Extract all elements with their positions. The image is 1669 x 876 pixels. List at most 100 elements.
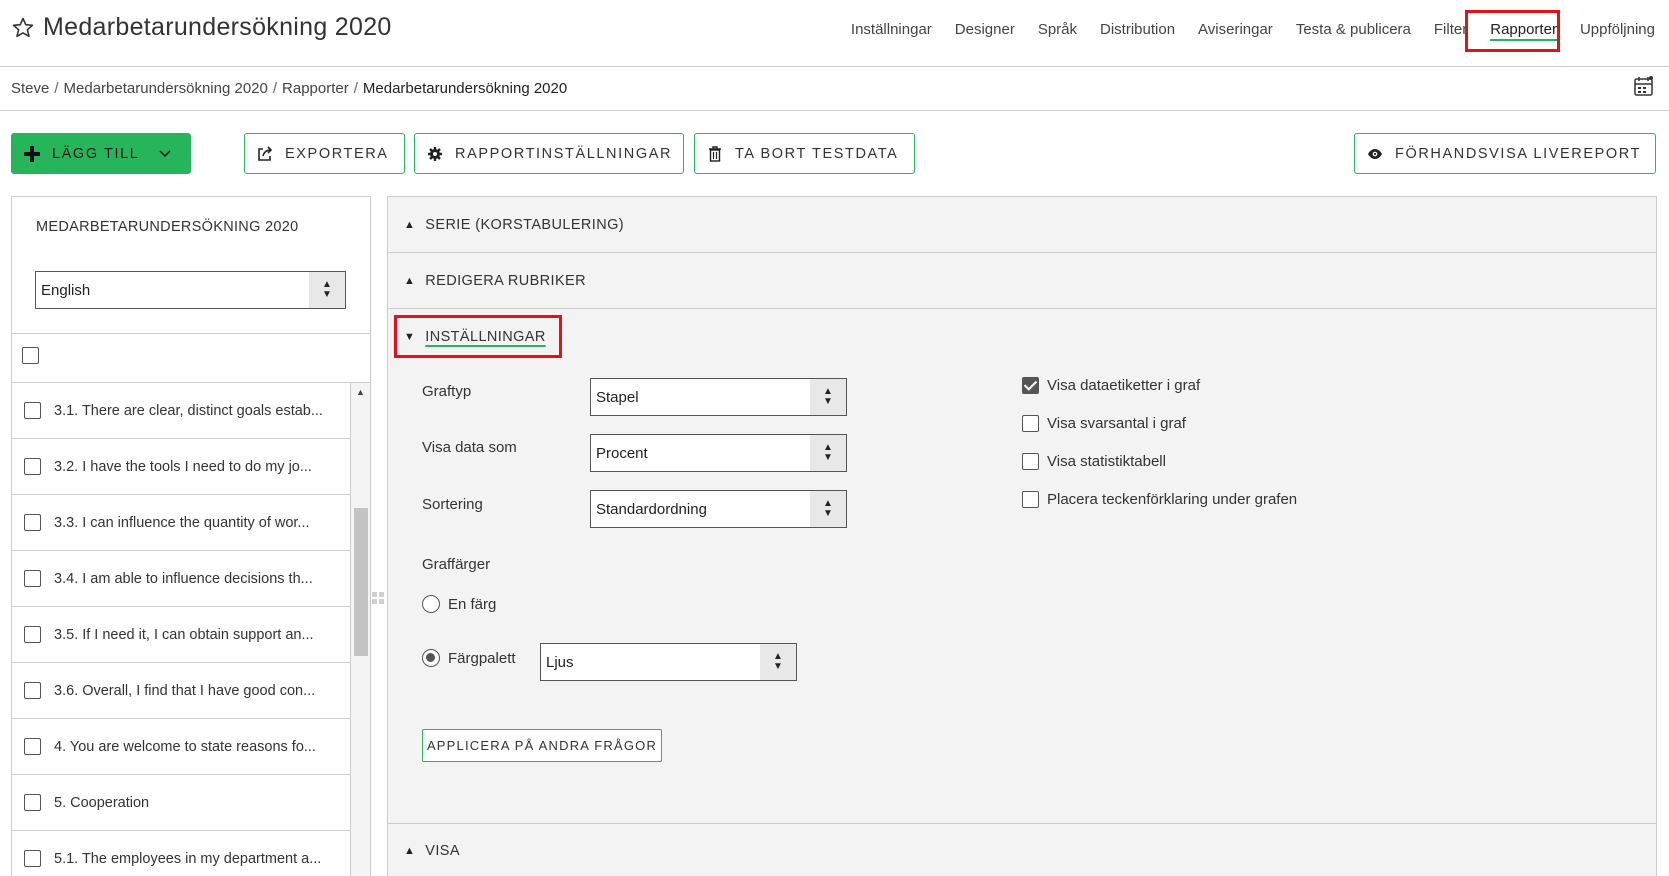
question-checkbox[interactable] — [24, 626, 41, 643]
breadcrumb-item[interactable]: Medarbetarundersökning 2020 — [64, 80, 268, 97]
one-color-option[interactable]: En färg — [422, 595, 496, 613]
panel-resize-handle-icon[interactable] — [371, 590, 385, 606]
question-checkbox[interactable] — [24, 794, 41, 811]
show-response-count-label: Visa svarsantal i graf — [1047, 415, 1186, 432]
panel-title: MEDARBETARUNDERSÖKNING 2020 — [36, 219, 299, 235]
graph-type-label: Graftyp — [422, 383, 472, 400]
delete-test-data-label: TA BORT TESTDATA — [735, 145, 899, 162]
sort-label: Sortering — [422, 496, 483, 513]
select-arrows-icon: ▲ ▼ — [810, 491, 846, 527]
nav-aviseringar[interactable]: Aviseringar — [1198, 21, 1273, 38]
list-item[interactable]: 3.2. I have the tools I need to do my jo… — [12, 439, 350, 495]
list-item[interactable]: 3.5. If I need it, I can obtain support … — [12, 607, 350, 663]
breadcrumb-item[interactable]: Rapporter — [282, 80, 349, 97]
export-button[interactable]: EXPORTERA — [244, 133, 405, 174]
nav-testa-publicera[interactable]: Testa & publicera — [1296, 21, 1411, 38]
question-label: 3.6. Overall, I find that I have good co… — [54, 682, 316, 699]
question-label: 5.1. The employees in my department a... — [54, 850, 322, 867]
color-palette-select[interactable]: Ljus ▲ ▼ — [540, 643, 797, 681]
show-data-labels-option[interactable]: Visa dataetiketter i graf — [1022, 377, 1200, 394]
report-settings-button[interactable]: RAPPORTINSTÄLLNINGAR — [414, 133, 684, 174]
scrollbar-thumb[interactable] — [354, 508, 368, 656]
list-item[interactable]: 4. You are welcome to state reasons fo..… — [12, 719, 350, 775]
section-edit-headings[interactable]: ▲ REDIGERA RUBRIKER — [388, 253, 1656, 309]
show-data-labels-checkbox[interactable] — [1022, 377, 1039, 394]
select-arrows-icon: ▲ ▼ — [309, 272, 345, 308]
list-item[interactable]: 5.1. The employees in my department a... — [12, 831, 350, 876]
legend-below-graph-option[interactable]: Placera teckenförklaring under grafen — [1022, 491, 1297, 508]
graph-type-select[interactable]: Stapel ▲ ▼ — [590, 378, 847, 416]
question-checkbox[interactable] — [24, 682, 41, 699]
question-settings-panel: ▲ SERIE (KORSTABULERING) ▲ REDIGERA RUBR… — [387, 196, 1657, 876]
legend-below-graph-checkbox[interactable] — [1022, 491, 1039, 508]
color-palette-label: Färgpalett — [448, 649, 516, 667]
star-icon[interactable] — [11, 16, 35, 40]
breadcrumb-bar: Steve / Medarbetarundersökning 2020/Rappor… — [0, 67, 1669, 111]
top-bar: Medarbetarundersökning 2020 Inställninga… — [0, 0, 1669, 67]
highlight-box-nav — [1465, 10, 1560, 52]
plus-icon — [24, 145, 40, 162]
nav-filter[interactable]: Filter — [1434, 21, 1467, 38]
select-arrows-icon: ▲ ▼ — [810, 435, 846, 471]
question-list-panel: MEDARBETARUNDERSÖKNING 2020 English ▲ ▼ 3… — [11, 196, 371, 876]
triangle-up-icon: ▲ — [404, 218, 416, 231]
color-palette-option[interactable]: Färgpalett — [422, 649, 516, 667]
section-view-label: VISA — [425, 843, 460, 859]
language-select-value: English — [41, 282, 91, 299]
show-data-select[interactable]: Procent ▲ ▼ — [590, 434, 847, 472]
list-item[interactable]: 3.1. There are clear, distinct goals est… — [12, 383, 350, 439]
section-settings[interactable]: ▼ INSTÄLLNINGAR — [388, 309, 1656, 365]
question-checkbox[interactable] — [24, 570, 41, 587]
select-arrows-icon: ▲ ▼ — [760, 644, 796, 680]
divider — [12, 333, 370, 334]
question-checkbox[interactable] — [24, 514, 41, 531]
nav-distribution[interactable]: Distribution — [1100, 21, 1175, 38]
question-label: 3.4. I am able to influence decisions th… — [54, 570, 313, 587]
add-button[interactable]: LÄGG TILL — [11, 133, 191, 174]
nav-uppfoljning[interactable]: Uppföljning — [1580, 21, 1655, 38]
settings-body: Graftyp Stapel ▲ ▼ Visa data som Procent … — [388, 363, 1656, 817]
list-item[interactable]: 3.6. Overall, I find that I have good co… — [12, 663, 350, 719]
delete-test-data-button[interactable]: TA BORT TESTDATA — [694, 133, 915, 174]
triangle-up-icon: ▲ — [404, 845, 416, 857]
question-checkbox[interactable] — [24, 402, 41, 419]
preview-livereport-button[interactable]: FÖRHANDSVISA LIVEREPORT — [1354, 133, 1656, 174]
section-edit-headings-label: REDIGERA RUBRIKER — [425, 272, 586, 289]
question-checkbox[interactable] — [24, 458, 41, 475]
list-item[interactable]: 5. Cooperation — [12, 775, 350, 831]
select-all-checkbox[interactable] — [22, 347, 39, 364]
one-color-label: En färg — [448, 595, 497, 613]
show-statistics-table-option[interactable]: Visa statistiktabell — [1022, 453, 1166, 470]
language-select[interactable]: English ▲ ▼ — [35, 271, 346, 309]
show-response-count-checkbox[interactable] — [1022, 415, 1039, 432]
section-view[interactable]: ▲ VISA — [388, 823, 1656, 876]
list-scrollbar[interactable]: ▲ — [350, 383, 370, 876]
gear-icon — [427, 146, 443, 162]
show-response-count-option[interactable]: Visa svarsantal i graf — [1022, 415, 1186, 432]
breadcrumb-item[interactable]: Steve — [11, 80, 49, 97]
question-checkbox[interactable] — [24, 738, 41, 755]
select-arrows-icon: ▲ ▼ — [810, 379, 846, 415]
section-series[interactable]: ▲ SERIE (KORSTABULERING) — [388, 197, 1656, 253]
nav-installningar[interactable]: Inställningar — [851, 21, 932, 38]
question-label: 3.2. I have the tools I need to do my jo… — [54, 458, 312, 475]
section-series-label: SERIE (KORSTABULERING) — [425, 216, 624, 233]
trash-icon — [707, 145, 723, 162]
question-label: 4. You are welcome to state reasons fo..… — [54, 738, 316, 755]
scroll-up-arrow-icon[interactable]: ▲ — [356, 387, 365, 397]
show-statistics-table-checkbox[interactable] — [1022, 453, 1039, 470]
sort-select[interactable]: Standardordning ▲ ▼ — [590, 490, 847, 528]
list-item[interactable]: 3.4. I am able to influence decisions th… — [12, 551, 350, 607]
question-checkbox[interactable] — [24, 850, 41, 867]
nav-designer[interactable]: Designer — [955, 21, 1015, 38]
calendar-icon[interactable] — [1633, 75, 1655, 97]
show-data-value: Procent — [596, 445, 648, 462]
color-palette-radio[interactable] — [422, 649, 440, 667]
list-item[interactable]: 3.3. I can influence the quantity of wor… — [12, 495, 350, 551]
nav-sprak[interactable]: Språk — [1038, 21, 1077, 38]
question-label: 3.5. If I need it, I can obtain support … — [54, 626, 314, 643]
breadcrumb: Steve / Medarbetarundersökning 2020/Rappor… — [11, 80, 568, 97]
one-color-radio[interactable] — [422, 595, 440, 613]
show-data-labels-label: Visa dataetiketter i graf — [1047, 377, 1201, 394]
apply-to-other-questions-button[interactable]: APPLICERA PÅ ANDRA FRÅGOR — [422, 729, 662, 762]
